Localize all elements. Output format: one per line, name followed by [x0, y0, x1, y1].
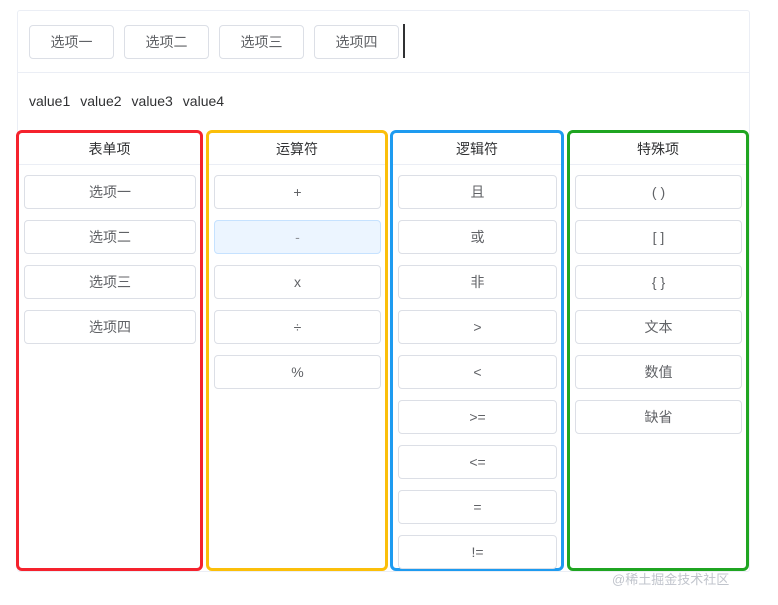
- special-text-button[interactable]: 文本: [575, 310, 742, 344]
- special-items-panel: 特殊项 ( ) [ ] { } 文本 数值 缺省: [567, 130, 749, 571]
- token-option-1[interactable]: 选项一: [29, 25, 114, 59]
- value-text: value1: [29, 93, 71, 109]
- panel-title: 特殊项: [570, 133, 746, 165]
- watermark: @稀土掘金技术社区: [612, 572, 730, 587]
- special-braces-button[interactable]: { }: [575, 265, 742, 299]
- formula-token-bar[interactable]: 选项一 选项二 选项三 选项四: [29, 24, 399, 60]
- divider: [18, 72, 749, 73]
- logic-neq-button[interactable]: !=: [398, 535, 557, 569]
- logic-or-button[interactable]: 或: [398, 220, 557, 254]
- values-row: value1 value2 value3 value4: [29, 93, 224, 109]
- form-item-button[interactable]: 选项四: [24, 310, 196, 344]
- operator-minus-button[interactable]: -: [214, 220, 381, 254]
- special-number-button[interactable]: 数值: [575, 355, 742, 389]
- logic-and-button[interactable]: 且: [398, 175, 557, 209]
- special-brackets-button[interactable]: [ ]: [575, 220, 742, 254]
- special-default-button[interactable]: 缺省: [575, 400, 742, 434]
- logic-gte-button[interactable]: >=: [398, 400, 557, 434]
- logic-lte-button[interactable]: <=: [398, 445, 557, 479]
- token-option-4[interactable]: 选项四: [314, 25, 399, 59]
- logic-gt-button[interactable]: >: [398, 310, 557, 344]
- value-text: value4: [182, 93, 225, 109]
- token-option-3[interactable]: 选项三: [219, 25, 304, 59]
- text-caret: [403, 24, 405, 58]
- form-item-button[interactable]: 选项一: [24, 175, 196, 209]
- token-option-2[interactable]: 选项二: [124, 25, 209, 59]
- operator-multiply-button[interactable]: x: [214, 265, 381, 299]
- logic-panel: 逻辑符 且 或 非 > < >= <= = !=: [390, 130, 564, 571]
- panel-title: 表单项: [19, 133, 200, 165]
- special-parens-button[interactable]: ( ): [575, 175, 742, 209]
- form-item-button[interactable]: 选项二: [24, 220, 196, 254]
- form-items-panel: 表单项 选项一 选项二 选项三 选项四: [16, 130, 203, 571]
- logic-eq-button[interactable]: =: [398, 490, 557, 524]
- logic-not-button[interactable]: 非: [398, 265, 557, 299]
- form-item-button[interactable]: 选项三: [24, 265, 196, 299]
- panel-title: 逻辑符: [393, 133, 561, 165]
- panel-title: 运算符: [209, 133, 385, 165]
- operators-panel: 运算符 + - x ÷ %: [206, 130, 388, 571]
- value-text: value2: [80, 93, 122, 109]
- value-text: value3: [131, 93, 173, 109]
- operator-divide-button[interactable]: ÷: [214, 310, 381, 344]
- logic-lt-button[interactable]: <: [398, 355, 557, 389]
- operator-plus-button[interactable]: +: [214, 175, 381, 209]
- operator-modulo-button[interactable]: %: [214, 355, 381, 389]
